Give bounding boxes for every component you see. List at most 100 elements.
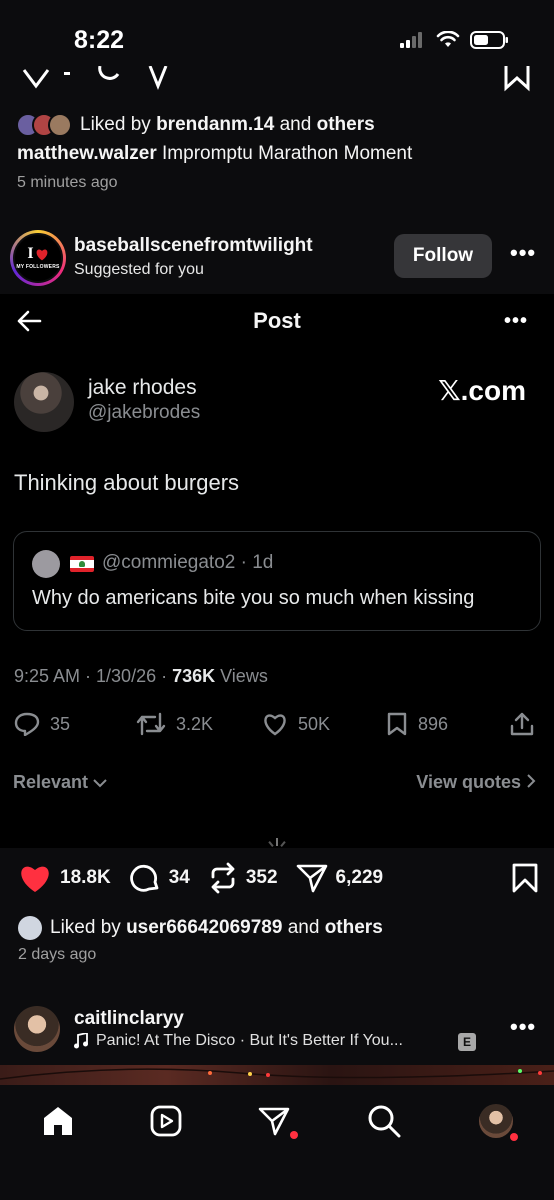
x-views-label: Views xyxy=(215,666,268,686)
reels-icon xyxy=(150,1105,182,1137)
nav-messages[interactable] xyxy=(254,1101,298,1141)
quoted-post: @commiegato2 · 1d Why do americans bite … xyxy=(13,531,541,631)
relevant-label: Relevant xyxy=(13,772,89,792)
chevron-right-icon xyxy=(527,774,536,788)
liked-by-others-link[interactable]: others xyxy=(317,114,375,136)
repost-icon xyxy=(211,862,235,894)
follow-button[interactable]: Follow xyxy=(394,234,492,278)
liked-by-row[interactable]: Liked by brendanm.14 and others xyxy=(16,113,375,137)
send-icon xyxy=(296,864,327,893)
liked-by-user-link[interactable]: brendanm.14 xyxy=(156,114,274,136)
view-quotes-label: View quotes xyxy=(416,772,521,792)
bookmark-icon xyxy=(387,712,407,736)
nav-home[interactable] xyxy=(38,1101,78,1141)
like-heart-icon xyxy=(264,714,286,736)
x-header-title: Post xyxy=(253,308,301,333)
quoted-handle: @commiegato2 · 1d xyxy=(102,552,274,573)
x-post-time: 9:25 AM · 1/30/26 · xyxy=(14,666,173,686)
more-options-button[interactable]: ••• xyxy=(510,1014,536,1040)
repost-button[interactable]: 352 xyxy=(208,862,278,894)
repost-count: 352 xyxy=(245,867,278,888)
liked-by-and: and xyxy=(279,114,312,135)
liked-by-prefix: Liked by xyxy=(80,114,151,135)
liked-by-row[interactable]: Liked by user66642069789 and others xyxy=(18,916,383,940)
like-count: 18.8K xyxy=(60,867,111,888)
heart-icon xyxy=(36,249,47,260)
sort-relevant: Relevant xyxy=(13,772,107,793)
quoted-text: Why do americans bite you so much when k… xyxy=(32,587,475,609)
liked-by-avatars xyxy=(16,113,72,137)
x-like: 50K xyxy=(262,712,386,736)
previous-post-actions xyxy=(0,66,554,92)
comment-icon xyxy=(129,864,159,892)
suggested-username[interactable]: baseballscenefromtwilight xyxy=(74,235,313,257)
wifi-icon xyxy=(436,31,460,47)
like-button[interactable]: 18.8K xyxy=(18,863,111,893)
avatar xyxy=(18,916,42,940)
post-action-row: 18.8K 34 352 6,229 xyxy=(18,862,538,894)
nav-reels[interactable] xyxy=(146,1101,186,1141)
signal-icon xyxy=(400,32,422,48)
avatar xyxy=(48,113,72,137)
status-icons xyxy=(400,30,510,50)
nav-profile[interactable] xyxy=(476,1101,518,1141)
status-time: 8:22 xyxy=(74,26,125,54)
comment-button[interactable]: 34 xyxy=(129,862,190,894)
x-bookmark: 896 xyxy=(386,712,510,736)
heart-filled-icon xyxy=(21,866,49,892)
notification-dot xyxy=(290,1131,298,1139)
x-reply: 35 xyxy=(14,712,136,736)
x-brand-logo: 𝕏.com xyxy=(438,375,526,406)
share-count: 6,229 xyxy=(335,867,384,888)
avatar-logo-text: I xyxy=(27,245,34,262)
liked-by-others-link[interactable]: others xyxy=(325,917,383,939)
save-bookmark-icon[interactable] xyxy=(512,863,538,893)
suggested-subtitle: Suggested for you xyxy=(74,261,204,278)
next-post-image[interactable] xyxy=(0,1065,554,1085)
comment-count: 34 xyxy=(168,867,190,888)
home-icon xyxy=(44,1107,72,1135)
song-title: Panic! At The Disco · But It's Better If… xyxy=(96,1032,403,1049)
x-post-text: Thinking about burgers xyxy=(14,470,240,495)
repost-count: 3.2K xyxy=(176,713,214,734)
messages-icon xyxy=(258,1107,290,1136)
lebanon-flag-icon xyxy=(70,556,94,572)
x-more-icon: ••• xyxy=(503,310,528,332)
share-button[interactable]: 6,229 xyxy=(296,863,384,893)
quoted-avatar xyxy=(32,550,60,578)
profile-avatar xyxy=(479,1104,513,1138)
x-repost: 3.2K xyxy=(136,712,262,736)
reply-count: 35 xyxy=(50,713,71,734)
post-image-x-screenshot[interactable]: Post ••• jake rhodes @jakebrodes 𝕏.com T… xyxy=(0,294,554,848)
battery-icon xyxy=(470,31,508,49)
repost-icon xyxy=(136,712,166,736)
caption-username[interactable]: matthew.walzer xyxy=(17,143,157,164)
music-info[interactable]: Panic! At The Disco · But It's Better If… xyxy=(74,1032,403,1050)
music-note-icon xyxy=(74,1033,88,1049)
notification-dot xyxy=(510,1133,518,1141)
liked-by-user-link[interactable]: user66642069789 xyxy=(126,917,282,939)
liked-by-prefix: Liked by xyxy=(50,917,121,938)
next-post-username[interactable]: caitlinclaryy xyxy=(74,1008,184,1030)
reply-icon xyxy=(14,712,40,736)
x-author-name: jake rhodes xyxy=(88,376,197,399)
x-views-count: 736K xyxy=(172,666,216,686)
more-options-button[interactable]: ••• xyxy=(510,240,536,266)
search-icon xyxy=(368,1105,401,1138)
bottom-nav xyxy=(0,1085,554,1200)
suggested-avatar[interactable]: I MY FOLLOWERS xyxy=(10,230,66,286)
view-quotes: View quotes xyxy=(416,772,536,793)
bookmark-count: 896 xyxy=(418,713,449,734)
share-icon xyxy=(510,712,534,736)
like-count: 50K xyxy=(298,713,331,734)
loading-spinner-icon xyxy=(268,838,286,847)
nav-search[interactable] xyxy=(364,1101,404,1141)
chevron-down-icon xyxy=(93,779,107,788)
x-action-row: 35 3.2K 50K 896 xyxy=(14,712,540,736)
x-post-meta: 9:25 AM · 1/30/26 · 736K Views xyxy=(14,666,268,687)
explicit-badge: E xyxy=(458,1033,476,1051)
next-post-avatar[interactable] xyxy=(14,1006,60,1052)
post-timestamp: 5 minutes ago xyxy=(17,174,118,191)
caption-text: Impromptu Marathon Moment xyxy=(162,143,413,164)
avatar-logo-subtext: MY FOLLOWERS xyxy=(16,264,60,270)
